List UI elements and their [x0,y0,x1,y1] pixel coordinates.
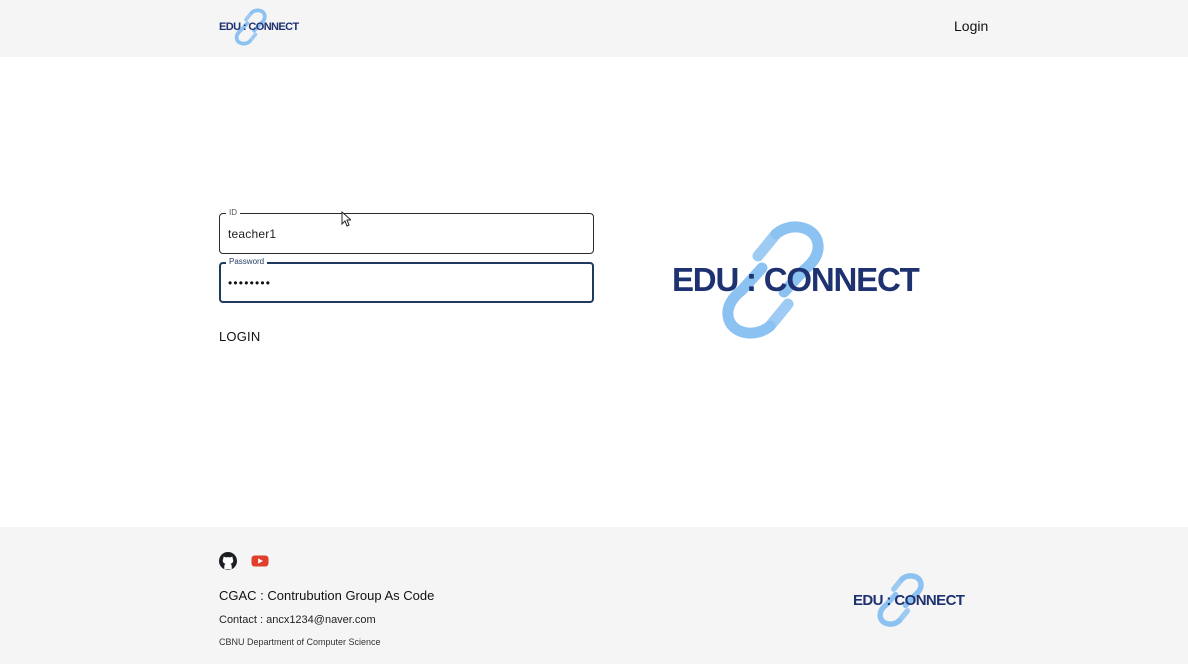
footer [0,527,1188,664]
password-field[interactable]: Password •••••••• [219,257,594,303]
id-field[interactable]: ID teacher1 [219,208,594,254]
footer-logo: EDU : CONNECT [853,571,965,629]
id-field-label: ID [226,208,240,218]
login-button[interactable]: LOGIN [219,329,260,344]
header-logo-text: EDU : CONNECT [219,21,299,33]
github-icon[interactable] [218,551,238,571]
header-logo[interactable]: EDU : CONNECT [219,7,299,47]
footer-title: CGAC : Contrubution Group As Code [219,588,435,603]
footer-logo-text: EDU : CONNECT [853,592,965,609]
password-field-value: •••••••• [228,276,272,290]
id-field-value: teacher1 [228,227,277,241]
mouse-cursor-icon [341,211,351,227]
footer-department: CBNU Department of Computer Science [219,637,381,647]
footer-contact: Contact : ancx1234@naver.com [219,614,376,626]
hero-logo: EDU : CONNECT [672,216,920,344]
header-bar: EDU : CONNECT Login [0,0,1188,57]
youtube-icon[interactable] [250,551,270,571]
hero-logo-text: EDU : CONNECT [672,261,920,298]
nav-login-link[interactable]: Login [954,18,988,34]
password-field-label: Password [226,257,268,267]
